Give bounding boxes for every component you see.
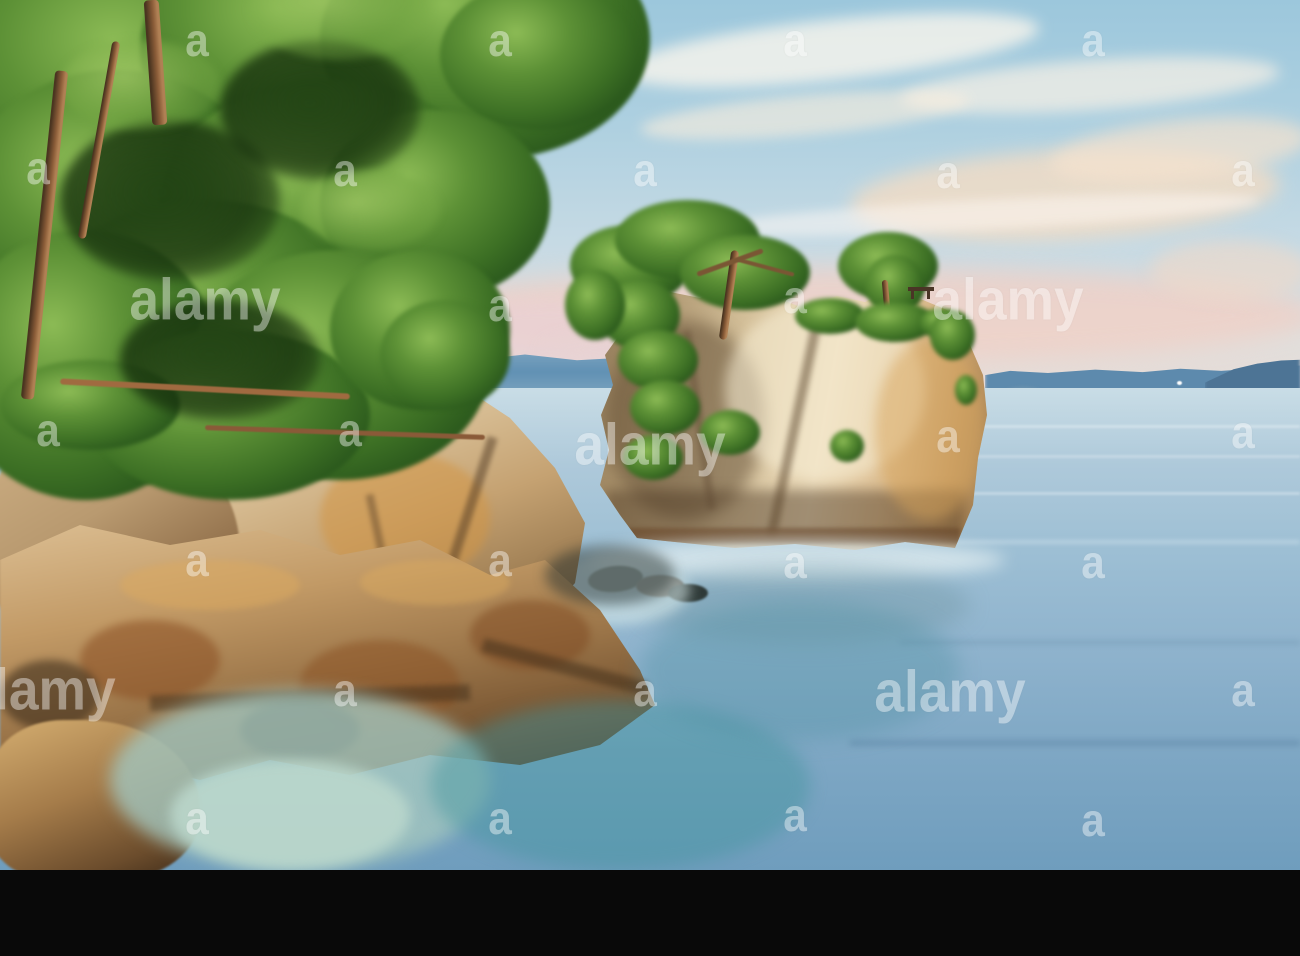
watermark-word: alamy: [0, 657, 116, 723]
watermark-letter: a: [1081, 794, 1105, 846]
watermark-letter: a: [36, 404, 60, 456]
watermark-letter: a: [936, 146, 960, 198]
watermark-letter: a: [488, 534, 512, 586]
watermark-letter: a: [185, 534, 209, 586]
watermark-letter: a: [1231, 406, 1255, 458]
watermark-letter: a: [1231, 664, 1255, 716]
watermark-letter: a: [1081, 14, 1105, 66]
watermark-letter: a: [783, 271, 807, 323]
watermark-letter: a: [185, 792, 209, 844]
watermark-letter: a: [936, 410, 960, 462]
watermark-letter: a: [488, 279, 512, 331]
watermark-letter: a: [26, 142, 50, 194]
watermark-word: alamy: [874, 659, 1026, 725]
stock-photo-page: alamyalamyalamyalamyalamyaaaaaaaaaaaaaaa…: [0, 0, 1300, 956]
watermark-letter: a: [333, 664, 357, 716]
watermark-letter: a: [783, 789, 807, 841]
watermark-letter: a: [783, 14, 807, 66]
watermark-letter: a: [488, 14, 512, 66]
watermark-letter: a: [783, 536, 807, 588]
footer-bar: alamy Image ID: 2PN210A www.alamy.com: [0, 870, 1300, 956]
watermark-word: alamy: [932, 267, 1084, 333]
watermark-letter: a: [185, 14, 209, 66]
watermark-letter: a: [1081, 536, 1105, 588]
watermark-word: alamy: [574, 412, 726, 478]
watermark-layer: alamy alamy alamy alamy alamy a a a a a a a a a a a a a a a…: [0, 0, 1300, 870]
watermark-letter: a: [338, 404, 362, 456]
watermark-letter: a: [333, 144, 357, 196]
watermark-letter: a: [488, 792, 512, 844]
watermark-letter: a: [633, 144, 657, 196]
watermark-letter: a: [633, 664, 657, 716]
watermark-letter: a: [1231, 144, 1255, 196]
watermark-word: alamy: [129, 267, 281, 333]
photo-canvas: alamy alamy alamy alamy alamy a a a a a a a a a a a a a a a…: [0, 0, 1300, 870]
